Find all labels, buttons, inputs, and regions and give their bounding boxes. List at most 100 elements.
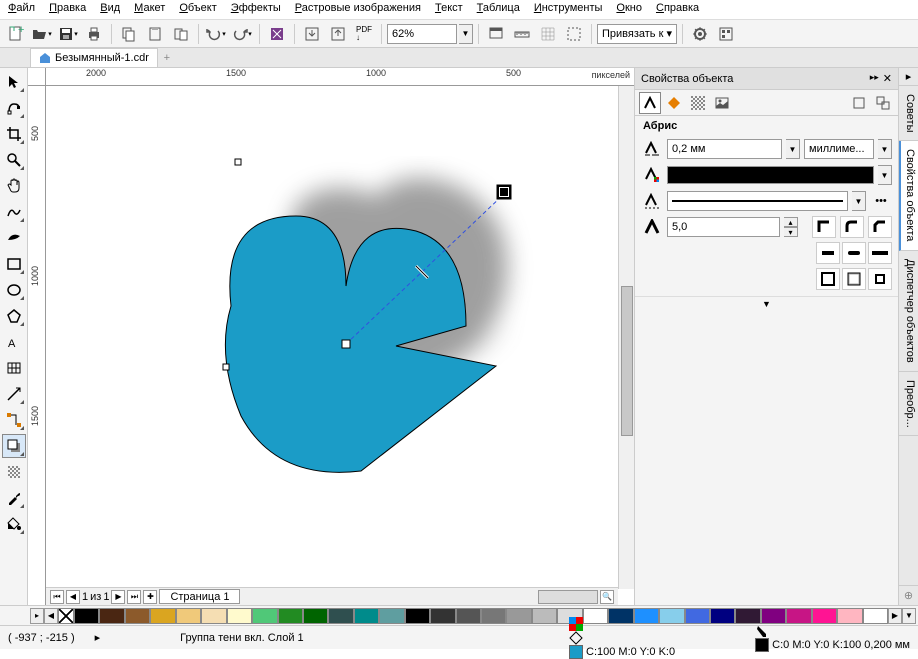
panel-menu-button[interactable]: ▸▸ bbox=[870, 72, 879, 85]
clipboard-button[interactable] bbox=[169, 23, 193, 45]
color-swatch[interactable] bbox=[735, 608, 760, 624]
menu-table[interactable]: Таблица bbox=[477, 2, 520, 17]
rectangle-tool[interactable] bbox=[2, 252, 26, 276]
outline-tab[interactable] bbox=[639, 92, 661, 114]
palette-expand[interactable]: ▼ bbox=[902, 608, 916, 624]
color-swatch[interactable] bbox=[328, 608, 353, 624]
zoom-tool[interactable] bbox=[2, 148, 26, 172]
color-swatch[interactable] bbox=[761, 608, 786, 624]
units-input[interactable]: миллиме... bbox=[804, 139, 874, 159]
docker-expand-icon[interactable]: ▸ bbox=[906, 70, 912, 83]
export-button[interactable] bbox=[326, 23, 350, 45]
color-swatch[interactable] bbox=[481, 608, 506, 624]
zoom-to-page-button[interactable]: 🔍 bbox=[600, 590, 614, 604]
ellipse-tool[interactable] bbox=[2, 278, 26, 302]
new-button[interactable]: + bbox=[4, 23, 28, 45]
vertical-scrollbar[interactable] bbox=[618, 86, 634, 589]
color-swatch[interactable] bbox=[430, 608, 455, 624]
artistic-media-tool[interactable] bbox=[2, 226, 26, 250]
color-swatch[interactable] bbox=[99, 608, 124, 624]
color-swatch[interactable] bbox=[74, 608, 99, 624]
fill-tool[interactable] bbox=[2, 512, 26, 536]
outline-width-dropdown[interactable]: ▼ bbox=[786, 139, 800, 159]
shape-tool[interactable] bbox=[2, 96, 26, 120]
color-swatch[interactable] bbox=[685, 608, 710, 624]
color-swatch[interactable] bbox=[379, 608, 404, 624]
menu-layout[interactable]: Макет bbox=[134, 2, 165, 17]
position-outside[interactable] bbox=[816, 268, 840, 290]
vertical-ruler[interactable]: 500 1000 1500 bbox=[28, 86, 46, 605]
color-swatch[interactable] bbox=[176, 608, 201, 624]
cap-square[interactable] bbox=[868, 242, 892, 264]
units-dropdown[interactable]: ▼ bbox=[878, 139, 892, 159]
launcher-button[interactable] bbox=[714, 23, 738, 45]
snap-dropdown[interactable]: Привязать к ▾ bbox=[597, 24, 677, 44]
hints-tab[interactable]: Советы bbox=[899, 86, 918, 141]
add-page-button[interactable]: ✚ bbox=[143, 590, 157, 604]
color-swatch[interactable] bbox=[303, 608, 328, 624]
outline-color-picker[interactable] bbox=[667, 166, 874, 184]
horizontal-scrollbar[interactable] bbox=[538, 590, 598, 604]
redo-button[interactable]: ▾ bbox=[230, 23, 254, 45]
object-properties-tab[interactable]: Свойства объекта bbox=[899, 141, 918, 250]
open-button[interactable]: ▾ bbox=[30, 23, 54, 45]
color-swatch[interactable] bbox=[227, 608, 252, 624]
options-button[interactable] bbox=[688, 23, 712, 45]
drop-shadow-tool[interactable] bbox=[2, 434, 26, 458]
cap-flat[interactable] bbox=[816, 242, 840, 264]
print-button[interactable] bbox=[82, 23, 106, 45]
transform-tab[interactable]: Преобр... bbox=[899, 372, 918, 437]
color-swatch[interactable] bbox=[354, 608, 379, 624]
menu-tools[interactable]: Инструменты bbox=[534, 2, 603, 17]
panel-close-button[interactable]: ✕ bbox=[883, 72, 892, 85]
last-page-button[interactable]: ⏭ bbox=[127, 590, 141, 604]
first-page-button[interactable]: ⏮ bbox=[50, 590, 64, 604]
guides-button[interactable] bbox=[562, 23, 586, 45]
miter-input[interactable]: 5,0 bbox=[667, 217, 780, 237]
menu-bitmaps[interactable]: Растровые изображения bbox=[295, 2, 421, 17]
fill-tab[interactable] bbox=[663, 92, 685, 114]
color-swatch[interactable] bbox=[506, 608, 531, 624]
color-swatch[interactable] bbox=[252, 608, 277, 624]
menu-view[interactable]: Вид bbox=[100, 2, 120, 17]
miter-down[interactable]: ▾ bbox=[784, 227, 798, 237]
miter-up[interactable]: ▴ bbox=[784, 217, 798, 227]
page-tab[interactable]: Страница 1 bbox=[159, 589, 240, 604]
menu-text[interactable]: Текст bbox=[435, 2, 463, 17]
palette-next[interactable]: ▶ bbox=[888, 608, 902, 624]
document-tab[interactable]: Безымянный-1.cdr bbox=[30, 48, 158, 67]
rulers-button[interactable] bbox=[510, 23, 534, 45]
connector-tool[interactable] bbox=[2, 408, 26, 432]
color-swatch[interactable] bbox=[150, 608, 175, 624]
menu-object[interactable]: Объект bbox=[179, 2, 216, 17]
no-color-swatch[interactable] bbox=[58, 608, 74, 624]
color-swatch[interactable] bbox=[201, 608, 226, 624]
line-style-more[interactable]: ••• bbox=[870, 190, 892, 212]
transparency-tab[interactable] bbox=[687, 92, 709, 114]
add-docker-button[interactable]: ⊕ bbox=[904, 589, 913, 602]
new-tab-button[interactable]: + bbox=[158, 52, 176, 64]
polygon-tool[interactable] bbox=[2, 304, 26, 328]
canvas[interactable] bbox=[46, 86, 634, 605]
outline-width-input[interactable]: 0,2 мм bbox=[667, 139, 782, 159]
menu-effects[interactable]: Эффекты bbox=[231, 2, 281, 17]
color-swatch[interactable] bbox=[125, 608, 150, 624]
color-swatch[interactable] bbox=[532, 608, 557, 624]
line-style-picker[interactable] bbox=[667, 191, 848, 211]
pan-tool[interactable] bbox=[2, 174, 26, 198]
grid-button[interactable] bbox=[536, 23, 560, 45]
import-button[interactable] bbox=[300, 23, 324, 45]
horizontal-ruler[interactable]: 2000 1500 1000 500 пикселей bbox=[46, 68, 634, 86]
paste-button[interactable] bbox=[143, 23, 167, 45]
object-manager-tab[interactable]: Диспетчер объектов bbox=[899, 251, 918, 372]
line-style-dropdown[interactable]: ▼ bbox=[852, 191, 866, 211]
corner-round[interactable] bbox=[840, 216, 864, 238]
prev-page-button[interactable]: ◀ bbox=[66, 590, 80, 604]
freehand-tool[interactable] bbox=[2, 200, 26, 224]
dimension-tool[interactable] bbox=[2, 382, 26, 406]
zoom-dropdown[interactable]: ▼ bbox=[459, 24, 473, 44]
pick-tool[interactable] bbox=[2, 70, 26, 94]
color-swatch[interactable] bbox=[405, 608, 430, 624]
position-inside[interactable] bbox=[868, 268, 892, 290]
eyedropper-tool[interactable] bbox=[2, 486, 26, 510]
